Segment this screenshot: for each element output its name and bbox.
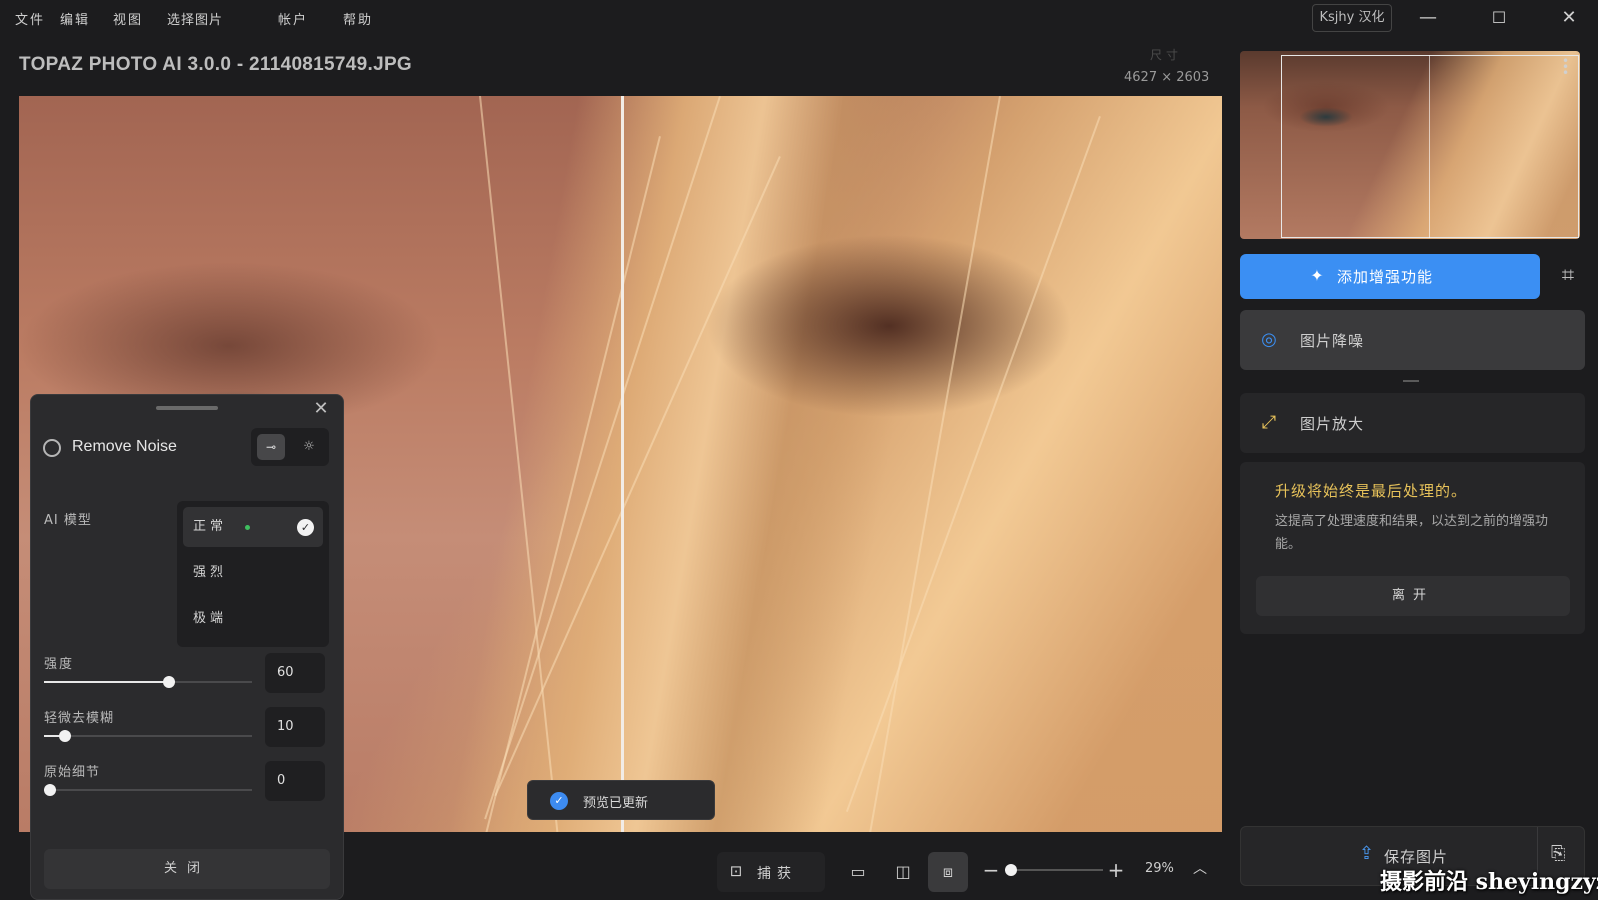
navigator-split-line xyxy=(1429,55,1430,238)
add-enhancement-button[interactable]: ✦ 添加增强功能 xyxy=(1240,254,1540,299)
watermark-text: 摄影前沿 sheyingzyz.com xyxy=(1380,869,1598,895)
status-dot xyxy=(245,525,250,530)
deblur-slider-track[interactable] xyxy=(44,735,252,737)
original-detail-label: 原始细节 xyxy=(44,765,101,780)
strength-slider-fill xyxy=(44,681,169,683)
sparkle-add-icon: ✦ xyxy=(1310,266,1324,285)
upload-icon: ⇪ xyxy=(1359,843,1375,864)
upgrade-notice: 升级将始终是最后处理的。 这提高了处理速度和结果，以达到之前的增强功能。 离开 xyxy=(1240,462,1585,634)
localization-badge: Ksjhy 汉化 xyxy=(1312,4,1392,32)
save-options-icon[interactable]: ⎘ xyxy=(1551,843,1565,864)
original-detail-value-input[interactable]: 0 xyxy=(265,761,325,801)
original-detail-slider-track[interactable] xyxy=(44,789,252,791)
menu-help[interactable]: 帮助 xyxy=(343,9,373,28)
minimize-icon[interactable]: — xyxy=(1414,6,1442,30)
ai-model-label: AI 模型 xyxy=(44,513,92,528)
dimensions-label: 尺寸 xyxy=(1150,48,1183,62)
menu-bar: 文件 编辑 视图 选择图片 帐户 帮助 Ksjhy 汉化 — ☐ ✕ xyxy=(0,0,1598,36)
zoom-value: 29% xyxy=(1145,861,1174,876)
enhancement-label: 图片放大 xyxy=(1300,415,1365,433)
deblur-value-input[interactable]: 10 xyxy=(265,707,325,747)
capture-label: 捕获 xyxy=(757,866,797,882)
model-option-normal[interactable]: 正常 ✓ xyxy=(183,507,323,547)
menu-edit[interactable]: 编辑 xyxy=(60,9,90,28)
upscale-icon: ⤢ xyxy=(1261,412,1277,433)
zoom-slider-track[interactable] xyxy=(1005,869,1103,871)
check-icon: ✓ xyxy=(297,519,314,536)
dimensions-value: 4627 × 2603 xyxy=(1124,70,1210,85)
camera-icon: ⊡ xyxy=(729,862,743,880)
enhancement-label: 图片降噪 xyxy=(1300,332,1365,350)
deblur-slider-knob[interactable] xyxy=(59,730,71,742)
menu-account[interactable]: 帐户 xyxy=(278,9,308,28)
strength-label: 强度 xyxy=(44,657,75,672)
zoom-slider-knob[interactable] xyxy=(1005,864,1017,876)
notice-body: 这提高了处理速度和结果，以达到之前的增强功能。 xyxy=(1275,514,1549,552)
enhancement-denoise[interactable]: ◎ 图片降噪 xyxy=(1240,310,1585,370)
capture-button[interactable]: ⊡ 捕获 xyxy=(717,852,825,892)
denoise-icon: ◎ xyxy=(1261,329,1277,350)
toggle-on-icon[interactable]: ⊸ xyxy=(257,434,285,460)
split-view-icon[interactable]: ⧈ xyxy=(928,852,968,892)
menu-select-image[interactable]: 选择图片 xyxy=(167,9,223,28)
ai-model-list: 正常 ✓ 强烈 极端 xyxy=(177,501,329,647)
deblur-label: 轻微去模糊 xyxy=(44,711,115,726)
page-title: TOPAZ PHOTO AI 3.0.0 - 21140815749.JPG xyxy=(19,54,413,75)
model-option-strong[interactable]: 强烈 xyxy=(183,553,323,593)
panel-mode-toggle: ⊸ ☼ xyxy=(251,428,329,466)
notice-title: 升级将始终是最后处理的。 xyxy=(1275,482,1468,500)
model-option-label: 正常 xyxy=(193,519,228,534)
enhancement-upscale[interactable]: ⤢ 图片放大 xyxy=(1240,393,1585,453)
panel-close-button[interactable]: 关闭 xyxy=(44,849,330,889)
more-options-icon[interactable]: • • • xyxy=(1562,55,1569,79)
settings-icon[interactable]: ☼ xyxy=(295,434,323,460)
chevron-up-icon[interactable]: ︿ xyxy=(1193,858,1207,878)
single-view-icon[interactable]: ▭ xyxy=(838,852,878,892)
menu-file[interactable]: 文件 xyxy=(15,9,45,28)
panel-close-icon[interactable]: ✕ xyxy=(309,397,333,421)
panel-title: Remove Noise xyxy=(72,438,177,455)
side-by-side-view-icon[interactable]: ◫ xyxy=(883,852,923,892)
close-icon[interactable]: ✕ xyxy=(1555,6,1583,30)
crop-icon[interactable]: ⌗ xyxy=(1552,260,1584,292)
strength-value-input[interactable]: 60 xyxy=(265,653,325,693)
strength-slider-knob[interactable] xyxy=(163,676,175,688)
check-circle-icon: ✓ xyxy=(550,792,568,810)
denoise-icon xyxy=(43,439,61,457)
comparison-split-handle[interactable] xyxy=(621,96,624,832)
maximize-icon[interactable]: ☐ xyxy=(1485,6,1513,30)
remove-noise-panel: ✕ Remove Noise ⊸ ☼ AI 模型 正常 ✓ 强烈 极端 强度 6… xyxy=(30,394,344,900)
zoom-in-icon[interactable]: + xyxy=(1107,858,1125,882)
original-detail-slider-knob[interactable] xyxy=(44,784,56,796)
menu-view[interactable]: 视图 xyxy=(113,9,143,28)
model-option-extreme[interactable]: 极端 xyxy=(183,599,323,639)
navigator-viewport-frame[interactable] xyxy=(1281,55,1579,238)
enhancement-divider xyxy=(1403,380,1419,382)
add-enhancement-label: 添加增强功能 xyxy=(1337,268,1434,286)
panel-drag-handle[interactable] xyxy=(156,406,218,410)
leave-button[interactable]: 离开 xyxy=(1256,576,1570,616)
preview-updated-toast: ✓ 预览已更新 xyxy=(527,780,715,820)
toast-text: 预览已更新 xyxy=(583,796,649,811)
zoom-out-icon[interactable]: − xyxy=(982,858,1000,882)
